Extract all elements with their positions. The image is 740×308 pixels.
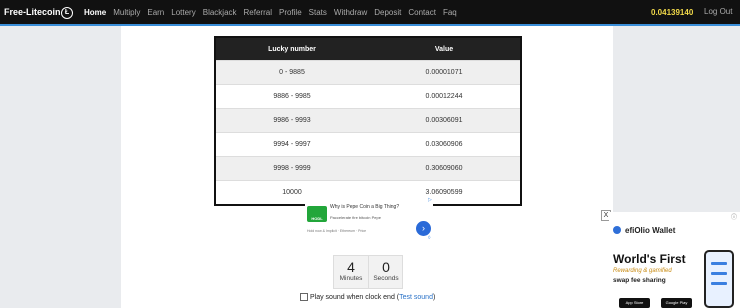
value-cell: 0.30609060 <box>368 156 521 181</box>
table-header-row: Lucky number Value <box>215 37 521 61</box>
nav-withdraw[interactable]: Withdraw <box>334 8 367 17</box>
column-header-value: Value <box>368 37 521 61</box>
side-ad-banner[interactable]: ⓘ efiOlio Wallet World's First Rewarding… <box>609 212 740 308</box>
lucky-range-cell: 9994 - 9997 <box>215 132 368 157</box>
ad-logo: HODL <box>307 206 327 222</box>
nav-lottery[interactable]: Lottery <box>171 8 195 17</box>
google-play-badge[interactable]: Google Play <box>661 298 692 308</box>
sound-label-close: ) <box>432 293 436 301</box>
table-row: 9994 - 9997 0.03060906 <box>215 132 521 157</box>
value-cell: 0.03060906 <box>368 132 521 157</box>
timer-seconds: 0 Seconds <box>369 256 403 288</box>
nav-blackjack[interactable]: Blackjack <box>203 8 237 17</box>
timer-minutes: 4 Minutes <box>334 256 369 288</box>
nav-faq[interactable]: Faq <box>443 8 457 17</box>
nav-referral[interactable]: Referral <box>244 8 272 17</box>
litecoin-icon: Ł <box>61 7 73 19</box>
seconds-label: Seconds <box>373 275 399 282</box>
brand-name[interactable]: Free-Litecoin <box>4 7 61 17</box>
table-row: 0 - 9885 0.00001071 <box>215 60 521 85</box>
ad-arrow-button[interactable]: › <box>416 221 431 236</box>
lucky-range-cell: 9998 - 9999 <box>215 156 368 181</box>
nav-profile[interactable]: Profile <box>279 8 302 17</box>
minutes-label: Minutes <box>339 275 363 282</box>
sponsored-ad[interactable]: HODL Why is Pepe Coin a Big Thing? Pacce… <box>305 197 433 241</box>
countdown-timer: 4 Minutes 0 Seconds <box>333 255 403 289</box>
phone-bar <box>711 272 727 275</box>
top-navbar: Free-Litecoin Ł Home Multiply Earn Lotte… <box>0 0 740 26</box>
value-cell: 0.00012244 <box>368 84 521 109</box>
ad-title[interactable]: Why is Pepe Coin a Big Thing? <box>330 204 399 210</box>
ad-headline: World's First <box>613 252 686 266</box>
phone-bar <box>711 282 727 285</box>
nav-home[interactable]: Home <box>84 8 106 17</box>
balance-value: 0.04139140 <box>651 8 694 17</box>
value-cell: 0.00001071 <box>368 60 521 85</box>
main-nav: Home Multiply Earn Lottery Blackjack Ref… <box>84 8 457 17</box>
nav-deposit[interactable]: Deposit <box>374 8 401 17</box>
ad-brand-name: efiOlio Wallet <box>625 226 676 235</box>
ad-meta: Hold now & Implicit · Ethereum · Price <box>307 229 367 233</box>
logout-link[interactable]: Log Out <box>704 7 732 16</box>
lucky-range-cell: 0 - 9885 <box>215 60 368 85</box>
phone-mockup <box>704 250 734 308</box>
column-header-lucky-number: Lucky number <box>215 37 368 61</box>
test-sound-link[interactable]: Test sound <box>399 294 433 301</box>
seconds-value: 0 <box>382 259 390 275</box>
nav-earn[interactable]: Earn <box>147 8 164 17</box>
phone-bar <box>711 262 727 265</box>
ad-tagline: swap fee sharing <box>613 277 666 284</box>
lucky-range-cell: 9886 - 9985 <box>215 84 368 109</box>
ad-subtitle: Paccelerate fire bitcoin Pepe <box>330 215 381 220</box>
lucky-range-cell: 9986 - 9993 <box>215 108 368 133</box>
ad-subheadline: Rewarding & gamified <box>613 268 672 274</box>
table-row: 9886 - 9985 0.00012244 <box>215 84 521 109</box>
play-sound-label: Play sound when clock end ( <box>310 293 400 301</box>
table-row: 9986 - 9993 0.00306091 <box>215 108 521 133</box>
nav-contact[interactable]: Contact <box>408 8 436 17</box>
value-cell: 0.00306091 <box>368 108 521 133</box>
ad-choices-icon[interactable]: ▷ <box>428 197 432 203</box>
lucky-number-table: Lucky number Value 0 - 9885 0.00001071 9… <box>214 36 522 206</box>
sound-option: Play sound when clock end (Test sound) <box>300 293 435 301</box>
ad-info-icon[interactable]: ◊ <box>428 235 430 241</box>
nav-multiply[interactable]: Multiply <box>113 8 140 17</box>
efiolio-logo-icon <box>613 226 621 234</box>
ad-info-icon[interactable]: ⓘ <box>731 212 737 221</box>
minutes-value: 4 <box>347 259 355 275</box>
table-row: 9998 - 9999 0.30609060 <box>215 156 521 181</box>
nav-stats[interactable]: Stats <box>309 8 327 17</box>
play-sound-checkbox[interactable] <box>300 293 308 301</box>
app-store-badge[interactable]: App Store <box>619 298 650 308</box>
